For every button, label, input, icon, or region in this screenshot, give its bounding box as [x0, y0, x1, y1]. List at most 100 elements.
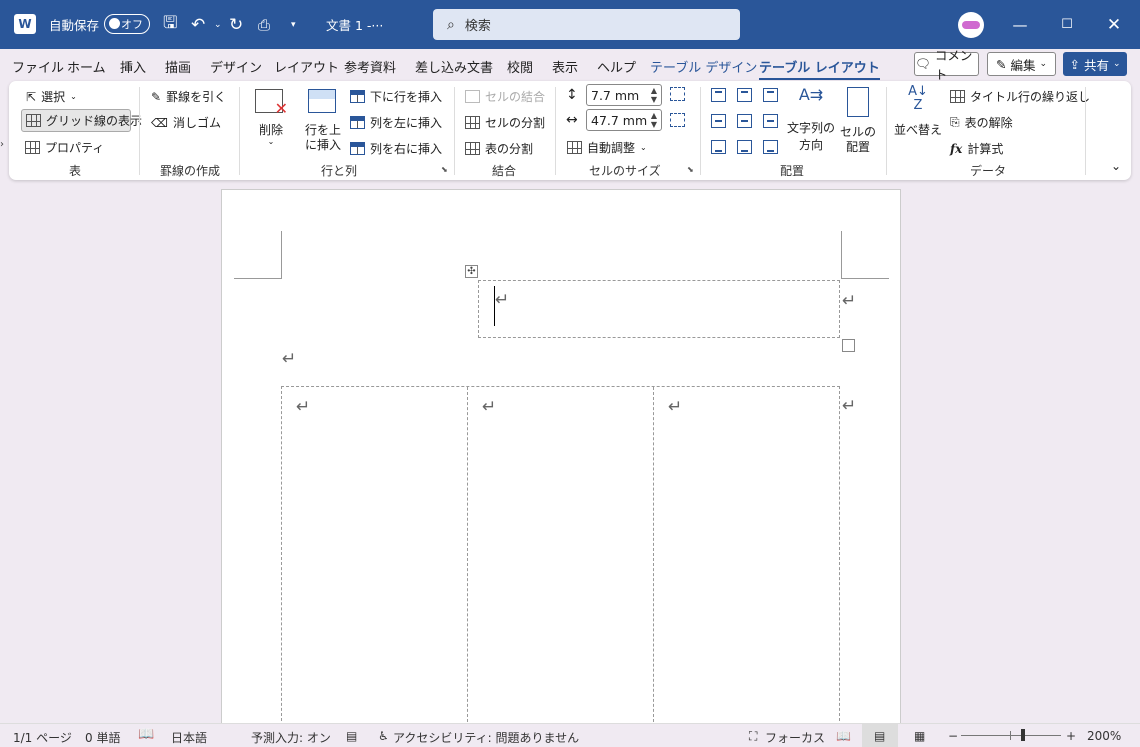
distribute-columns-icon[interactable] — [670, 113, 685, 127]
dialog-launcher-icon[interactable]: ⬊ — [687, 165, 694, 174]
zoom-slider-thumb[interactable] — [1021, 729, 1025, 741]
align-top-right-icon[interactable] — [763, 88, 778, 102]
word-count[interactable]: 0 単語 — [85, 729, 120, 746]
view-gridlines-button[interactable]: グリッド線の表示 — [21, 109, 142, 132]
maximize-button[interactable]: ☐ — [1043, 0, 1091, 49]
save-icon[interactable]: 🖫 — [163, 0, 177, 49]
tab-mailings[interactable]: 差し込み文書 — [415, 57, 493, 76]
print-layout-button[interactable]: ▤ — [862, 724, 898, 747]
print-icon[interactable]: ⎙ — [258, 0, 270, 49]
web-layout-icon[interactable]: ▦ — [914, 729, 925, 743]
align-center-icon[interactable] — [737, 114, 752, 128]
edit-mode-button[interactable]: ✎ 編集 ⌄ — [987, 52, 1056, 76]
table-2[interactable]: ↵ ↵ ↵ — [281, 386, 840, 727]
search-icon: ⌕ — [447, 16, 455, 33]
tab-view[interactable]: 表示 — [552, 57, 578, 76]
tab-design[interactable]: デザイン — [210, 57, 262, 76]
align-center-right-icon[interactable] — [763, 114, 778, 128]
align-bottom-center-icon[interactable] — [737, 140, 752, 154]
macro-icon[interactable]: ▤ — [346, 729, 357, 743]
close-button[interactable]: ✕ — [1090, 0, 1138, 49]
align-bottom-right-icon[interactable] — [763, 140, 778, 154]
tab-layout[interactable]: レイアウト — [274, 57, 339, 76]
repeat-header-rows-button[interactable]: タイトル行の繰り返し — [950, 88, 1090, 105]
insert-above-label-2: に挿入 — [304, 138, 341, 152]
tab-insert[interactable]: 挿入 — [120, 57, 146, 76]
spinner-arrows-icon[interactable]: ▲ ▼ — [651, 111, 657, 129]
undo-dropdown-icon[interactable]: ⌄ — [214, 0, 222, 49]
zoom-slider[interactable] — [961, 735, 1061, 736]
group-label-alignment: 配置 — [780, 164, 805, 178]
convert-to-text-button[interactable]: ⎘ 表の解除 — [950, 114, 1013, 131]
document-page[interactable]: ✣ ↵ ↵ ↵ ↵ ↵ ↵ ↵ — [221, 189, 901, 727]
select-button[interactable]: ⇱ 選択 ⌄ — [26, 88, 77, 105]
text-predictions[interactable]: 予測入力: オン — [251, 729, 331, 746]
redo-icon[interactable]: ↻ — [229, 0, 243, 49]
avatar[interactable] — [958, 12, 984, 38]
zoom-out-button[interactable]: − — [948, 729, 958, 743]
delete-button[interactable]: ✕ 削除 ⌄ — [253, 87, 289, 149]
row-height-input[interactable]: 7.7 mm ▲ ▼ — [586, 84, 662, 106]
tab-table-layout[interactable]: テーブル レイアウト — [759, 57, 880, 80]
column-width-input[interactable]: 47.7 mm ▲ ▼ — [586, 109, 662, 131]
comment-button[interactable]: 🗨 コメント — [914, 48, 979, 82]
draw-table-button[interactable]: ✎ 罫線を引く — [151, 88, 226, 105]
text-direction-button[interactable]: A⇉ 文字列の 方向 — [785, 85, 837, 153]
tab-references[interactable]: 参考資料 — [344, 57, 396, 76]
insert-above-button[interactable]: 行を上 に挿入 — [302, 85, 344, 153]
properties-button[interactable]: プロパティ — [25, 139, 104, 156]
minimize-button[interactable]: — — [996, 0, 1044, 49]
accessibility-icon: ♿ — [378, 729, 389, 743]
read-mode-icon[interactable]: 📖 — [836, 729, 851, 743]
spinner-arrows-icon[interactable]: ▲ ▼ — [651, 86, 657, 104]
distribute-rows-icon[interactable] — [670, 87, 685, 101]
status-bar: 1/1 ページ 0 単語 📖 日本語 予測入力: オン ▤ ♿ アクセシビリティ… — [0, 723, 1140, 747]
insert-right-button[interactable]: 列を右に挿入 — [350, 140, 442, 157]
insert-left-button[interactable]: 列を左に挿入 — [350, 114, 442, 131]
zoom-level[interactable]: 200% — [1087, 729, 1121, 743]
tab-help[interactable]: ヘルプ — [597, 57, 636, 76]
document-title: 文書 1 -··· — [326, 18, 384, 33]
tab-review[interactable]: 校閲 — [507, 57, 533, 76]
align-bottom-left-icon[interactable] — [711, 140, 726, 154]
split-cells-button[interactable]: セルの分割 — [465, 114, 545, 131]
zoom-in-button[interactable]: + — [1066, 729, 1076, 743]
tab-file[interactable]: ファイル — [12, 57, 64, 76]
share-button[interactable]: ⇪ 共有 ⌄ — [1063, 52, 1127, 76]
paragraph-mark: ↵ — [296, 397, 311, 417]
accessibility-status[interactable]: アクセシビリティ: 問題ありません — [393, 729, 579, 746]
formula-button[interactable]: fx 計算式 — [950, 140, 1003, 157]
language[interactable]: 日本語 — [171, 729, 207, 746]
sort-button[interactable]: A↓ Z 並べ替え — [894, 85, 942, 145]
table-resize-handle[interactable] — [842, 339, 855, 352]
search-input[interactable]: ⌕ 検索 — [433, 9, 740, 40]
eraser-icon: ⌫ — [151, 115, 168, 130]
table-move-handle[interactable]: ✣ — [465, 265, 478, 278]
text-direction-label-2: 方向 — [798, 138, 823, 152]
align-center-left-icon[interactable] — [711, 114, 726, 128]
draw-table-label: 罫線を引く — [166, 90, 227, 104]
page-count[interactable]: 1/1 ページ — [13, 729, 72, 746]
dialog-launcher-icon[interactable]: ⬊ — [441, 165, 448, 174]
eraser-button[interactable]: ⌫ 消しゴム — [151, 114, 221, 131]
formula-icon: fx — [950, 141, 963, 156]
focus-mode[interactable]: フォーカス — [765, 729, 825, 746]
tab-home[interactable]: ホーム — [67, 57, 106, 76]
undo-icon[interactable]: ↶ — [191, 0, 205, 49]
table-1-cell[interactable]: ↵ — [478, 280, 840, 338]
proofing-icon[interactable]: 📖 — [138, 727, 154, 742]
properties-label: プロパティ — [45, 141, 105, 155]
insert-below-button[interactable]: 下に行を挿入 — [350, 88, 442, 105]
tab-table-design[interactable]: テーブル デザイン — [650, 57, 757, 76]
collapse-ribbon-icon[interactable]: ⌄ — [1111, 159, 1121, 173]
align-top-left-icon[interactable] — [711, 88, 726, 102]
insert-below-label: 下に行を挿入 — [370, 90, 443, 104]
insert-left-icon — [350, 116, 365, 129]
customize-toolbar-icon[interactable]: ▾ — [291, 0, 296, 49]
autosave-toggle[interactable]: オフ — [104, 14, 150, 34]
split-table-button[interactable]: 表の分割 — [465, 140, 533, 157]
autofit-button[interactable]: 自動調整 ⌄ — [567, 139, 647, 156]
cell-margins-button[interactable]: セルの 配置 — [839, 85, 877, 154]
tab-draw[interactable]: 描画 — [165, 57, 191, 76]
align-top-center-icon[interactable] — [737, 88, 752, 102]
